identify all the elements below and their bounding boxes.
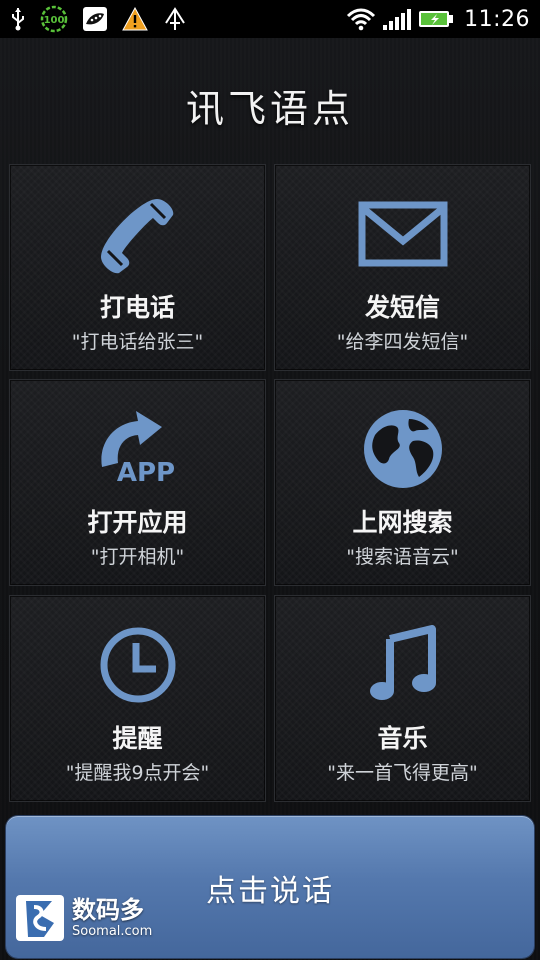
watermark-cn: 数码多	[72, 896, 144, 924]
mail-icon	[275, 191, 530, 277]
tile-open-app[interactable]: APP 打开应用 "打开相机"	[9, 379, 266, 586]
app-icon-text: APP	[116, 458, 174, 488]
tile-sms[interactable]: 发短信 "给李四发短信"	[274, 164, 531, 371]
watermark: 数码多 Soomal.com	[14, 890, 174, 946]
soomal-logo-icon	[16, 895, 64, 941]
usb-icon	[10, 7, 26, 31]
wifi-icon	[346, 7, 376, 31]
command-grid: 打电话 "打电话给张三" 发短信 "给李四发短信" APP 打开应用 "打开相机…	[9, 164, 531, 802]
tile-music-title: 音乐	[377, 724, 428, 753]
antenna-icon	[162, 7, 188, 31]
app-notification-icon	[82, 6, 108, 32]
warning-icon	[122, 7, 148, 31]
tile-call-title: 打电话	[99, 293, 175, 322]
tile-sms-example: "给李四发短信"	[336, 331, 469, 353]
signal-icon	[382, 7, 412, 31]
tile-open-app-title: 打开应用	[87, 508, 188, 537]
tile-web-search-example: "搜索语音云"	[346, 546, 459, 568]
status-bar: 100 11:26	[0, 0, 540, 38]
battery-icon	[418, 9, 454, 29]
tile-open-app-example: "打开相机"	[90, 546, 185, 568]
tile-reminder-example: "提醒我9点开会"	[65, 762, 210, 784]
battery-badge-text: 100	[44, 15, 65, 26]
status-clock: 11:26	[464, 6, 530, 32]
app-icon: APP	[10, 406, 265, 492]
music-icon	[275, 622, 530, 708]
phone-icon	[10, 191, 265, 277]
tile-web-search[interactable]: 上网搜索 "搜索语音云"	[274, 379, 531, 586]
clock-icon	[10, 622, 265, 708]
battery-saver-icon: 100	[40, 5, 68, 33]
tile-web-search-title: 上网搜索	[352, 508, 453, 537]
tile-call[interactable]: 打电话 "打电话给张三"	[9, 164, 266, 371]
tile-music-example: "来一首飞得更高"	[327, 762, 478, 784]
globe-icon	[275, 406, 530, 492]
screen: 100 11:26 讯飞语点 打电话 "打电话给张三" 发短信 "给李四发短信"…	[0, 0, 540, 960]
tile-reminder-title: 提醒	[112, 724, 163, 753]
tile-call-example: "打电话给张三"	[71, 331, 204, 353]
watermark-en: Soomal.com	[72, 924, 153, 939]
tile-music[interactable]: 音乐 "来一首飞得更高"	[274, 595, 531, 802]
app-title: 讯飞语点	[185, 87, 354, 131]
tile-sms-title: 发短信	[364, 293, 440, 322]
tile-reminder[interactable]: 提醒 "提醒我9点开会"	[9, 595, 266, 802]
